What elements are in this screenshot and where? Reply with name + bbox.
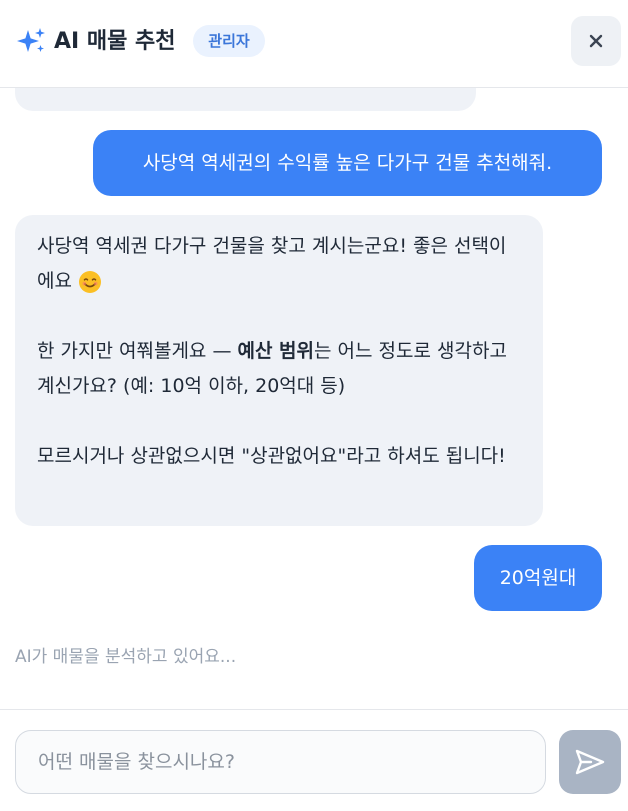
assistant-message: 사당역 역세권 다가구 건물을 찾고 계시는군요! 좋은 선택이에요 한 가지만… xyxy=(15,215,543,526)
assistant-paragraph-1: 사당역 역세권 다가구 건물을 찾고 계시는군요! 좋은 선택이에요 xyxy=(37,229,521,299)
user-message: 20억원대 xyxy=(474,545,602,611)
ai-chat-panel: AI 매물 추천 관리자 사당역 역세권의 수익률 높은 다가구 건물 추천해줘… xyxy=(0,0,628,811)
input-bar xyxy=(0,709,628,811)
sparkles-icon xyxy=(17,28,45,52)
send-button[interactable] xyxy=(559,730,621,794)
admin-badge: 관리자 xyxy=(193,25,265,57)
assistant-paragraph-3: 모르시거나 상관없으시면 "상관없어요"라고 하셔도 됩니다! xyxy=(37,439,521,474)
typing-indicator: AI가 매물을 분석하고 있어요... xyxy=(15,647,237,667)
assistant-text: 사당역 역세권 다가구 건물을 찾고 계시는군요! 좋은 선택이에요 xyxy=(37,235,507,292)
chat-input[interactable] xyxy=(15,730,546,794)
user-message-text: 사당역 역세권의 수익률 높은 다가구 건물 추천해줘. xyxy=(142,151,553,174)
user-message: 사당역 역세권의 수익률 높은 다가구 건물 추천해줘. xyxy=(93,130,602,196)
smile-emoji-icon xyxy=(78,270,101,293)
close-icon xyxy=(589,34,603,48)
assistant-bold-text: 예산 범위 xyxy=(237,340,315,362)
assistant-text: 모르시거나 상관없으시면 "상관없어요"라고 하셔도 됩니다! xyxy=(37,445,506,467)
assistant-paragraph-2: 한 가지만 여쭤볼게요 — 예산 범위는 어느 정도로 생각하고 계신가요? (… xyxy=(37,334,521,404)
close-button[interactable] xyxy=(571,16,621,66)
panel-title: AI 매물 추천 xyxy=(54,29,176,54)
send-icon xyxy=(575,749,605,775)
chat-header: AI 매물 추천 관리자 xyxy=(0,0,628,88)
user-message-text: 20억원대 xyxy=(499,566,577,589)
assistant-message-partial xyxy=(15,88,476,111)
assistant-text: 한 가지만 여쭤볼게요 — xyxy=(37,340,238,362)
message-list[interactable]: 사당역 역세권의 수익률 높은 다가구 건물 추천해줘. 사당역 역세권 다가구… xyxy=(0,88,628,709)
